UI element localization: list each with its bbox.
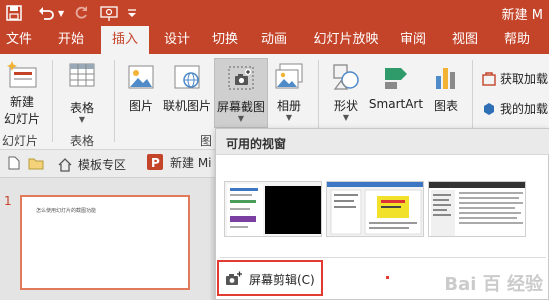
screen-clipping-icon	[226, 271, 242, 285]
customize-dropdown-icon[interactable]	[126, 3, 138, 23]
picture-label: 图片	[128, 99, 153, 113]
chart-icon	[436, 68, 455, 89]
tab-slideshow[interactable]: 幻灯片放映	[306, 26, 386, 54]
redo-icon[interactable]	[74, 3, 88, 23]
get-addins-label: 获取加载	[500, 72, 549, 86]
nav-icon[interactable]	[8, 156, 20, 173]
save-icon[interactable]	[6, 3, 22, 23]
album-icon	[275, 63, 303, 89]
addins-icon	[484, 102, 494, 115]
picture-button[interactable]: 图片	[124, 62, 158, 114]
screen-clipping-item[interactable]: 屏幕剪辑(C)	[217, 260, 323, 296]
tab-help[interactable]: 帮助	[495, 26, 539, 54]
window-thumbnail[interactable]	[326, 181, 424, 237]
document-tab-label: 新建 Mi	[170, 155, 212, 170]
slide-thumbnail-text: 怎么使用幻灯片的截图功能	[36, 208, 97, 214]
group-label-images: 图	[200, 134, 213, 148]
store-icon	[482, 71, 496, 86]
template-tab-label: 模板专区	[78, 158, 127, 172]
tab-file[interactable]: 文件	[0, 26, 38, 54]
shapes-button[interactable]: 形状 ▼	[326, 62, 366, 122]
get-addins-button[interactable]: 获取加载	[482, 70, 549, 87]
smartart-label: SmartArt	[368, 97, 424, 111]
slide-thumbnail[interactable]: 怎么使用幻灯片的截图功能	[20, 195, 190, 290]
online-picture-label: 联机图片	[162, 99, 211, 113]
album-button[interactable]: 相册 ▼	[272, 62, 306, 122]
chevron-down-icon: ▼	[285, 113, 293, 122]
template-tab[interactable]: 模板专区	[58, 156, 126, 173]
screen-clipping-label: 屏幕剪辑(C)	[249, 273, 315, 287]
document-tab[interactable]: P 新建 Mi	[146, 153, 212, 171]
chevron-down-icon: ▼	[342, 113, 350, 122]
folder-icon[interactable]	[28, 156, 44, 173]
album-label: 相册	[276, 99, 301, 113]
chart-label: 图表	[433, 99, 458, 113]
chart-button[interactable]: 图表	[428, 62, 464, 114]
slide-number: 1	[4, 194, 12, 208]
picture-icon	[128, 65, 154, 89]
window-thumbnail[interactable]	[224, 181, 322, 237]
svg-text:P: P	[151, 156, 160, 170]
tab-insert[interactable]: 插入	[101, 26, 149, 54]
available-windows-heading: 可用的视窗	[226, 137, 287, 151]
cursor-marker	[386, 276, 389, 279]
online-picture-icon	[174, 65, 200, 89]
slide-thumbnail-pane: 1 怎么使用幻灯片的截图功能	[0, 178, 210, 300]
screenshot-button[interactable]: 屏幕截图 ▼	[214, 58, 268, 128]
table-button[interactable]: 表格 ▼	[60, 62, 104, 124]
screenshot-icon	[228, 66, 254, 90]
tab-home[interactable]: 开始	[50, 26, 92, 54]
smartart-button[interactable]: SmartArt	[368, 62, 424, 111]
my-addins-label: 我的加载	[500, 102, 549, 116]
shapes-label: 形状	[333, 99, 358, 113]
group-label-tables: 表格	[70, 134, 95, 148]
dropdown-header: 可用的视窗	[216, 129, 549, 155]
ppt-file-icon: P	[147, 154, 163, 170]
group-divider	[52, 60, 53, 142]
tab-review[interactable]: 审阅	[391, 26, 435, 54]
shapes-icon	[333, 64, 359, 90]
chevron-down-icon: ▼	[78, 115, 86, 124]
table-icon	[69, 63, 95, 87]
chevron-down-icon: ▼	[237, 114, 245, 123]
document-title: 新建 M	[501, 8, 543, 23]
tab-transitions[interactable]: 切换	[205, 26, 245, 54]
group-divider	[114, 60, 115, 142]
table-label: 表格	[69, 101, 94, 115]
new-slide-button[interactable]: 新建 幻灯片	[2, 60, 42, 127]
new-slide-icon	[7, 61, 37, 88]
ribbon-tabs: 文件 开始 插入 设计 切换 动画 幻灯片放映 审阅 视图 帮助	[0, 26, 549, 54]
dropdown-divider	[220, 257, 546, 258]
screenshot-label: 屏幕截图	[216, 100, 265, 114]
smartart-icon	[385, 68, 407, 89]
watermark: Bai 百 经验	[444, 274, 543, 295]
tab-animations[interactable]: 动画	[254, 26, 294, 54]
group-label-slides: 幻灯片	[2, 134, 39, 148]
home-icon	[58, 157, 72, 172]
tab-design[interactable]: 设计	[157, 26, 197, 54]
new-slide-label-1: 新建	[9, 95, 34, 109]
tab-view[interactable]: 视图	[443, 26, 487, 54]
window-thumbnail[interactable]	[428, 181, 526, 237]
my-addins-button[interactable]: 我的加载	[482, 100, 549, 117]
presenter-icon[interactable]	[100, 3, 118, 23]
online-picture-button[interactable]: 联机图片	[162, 62, 212, 114]
title-bar: ▼ 新建 M	[0, 0, 549, 26]
new-slide-label-2: 幻灯片	[3, 112, 40, 126]
undo-dropdown-icon[interactable]: ▼	[58, 3, 64, 23]
undo-icon[interactable]	[38, 3, 54, 23]
